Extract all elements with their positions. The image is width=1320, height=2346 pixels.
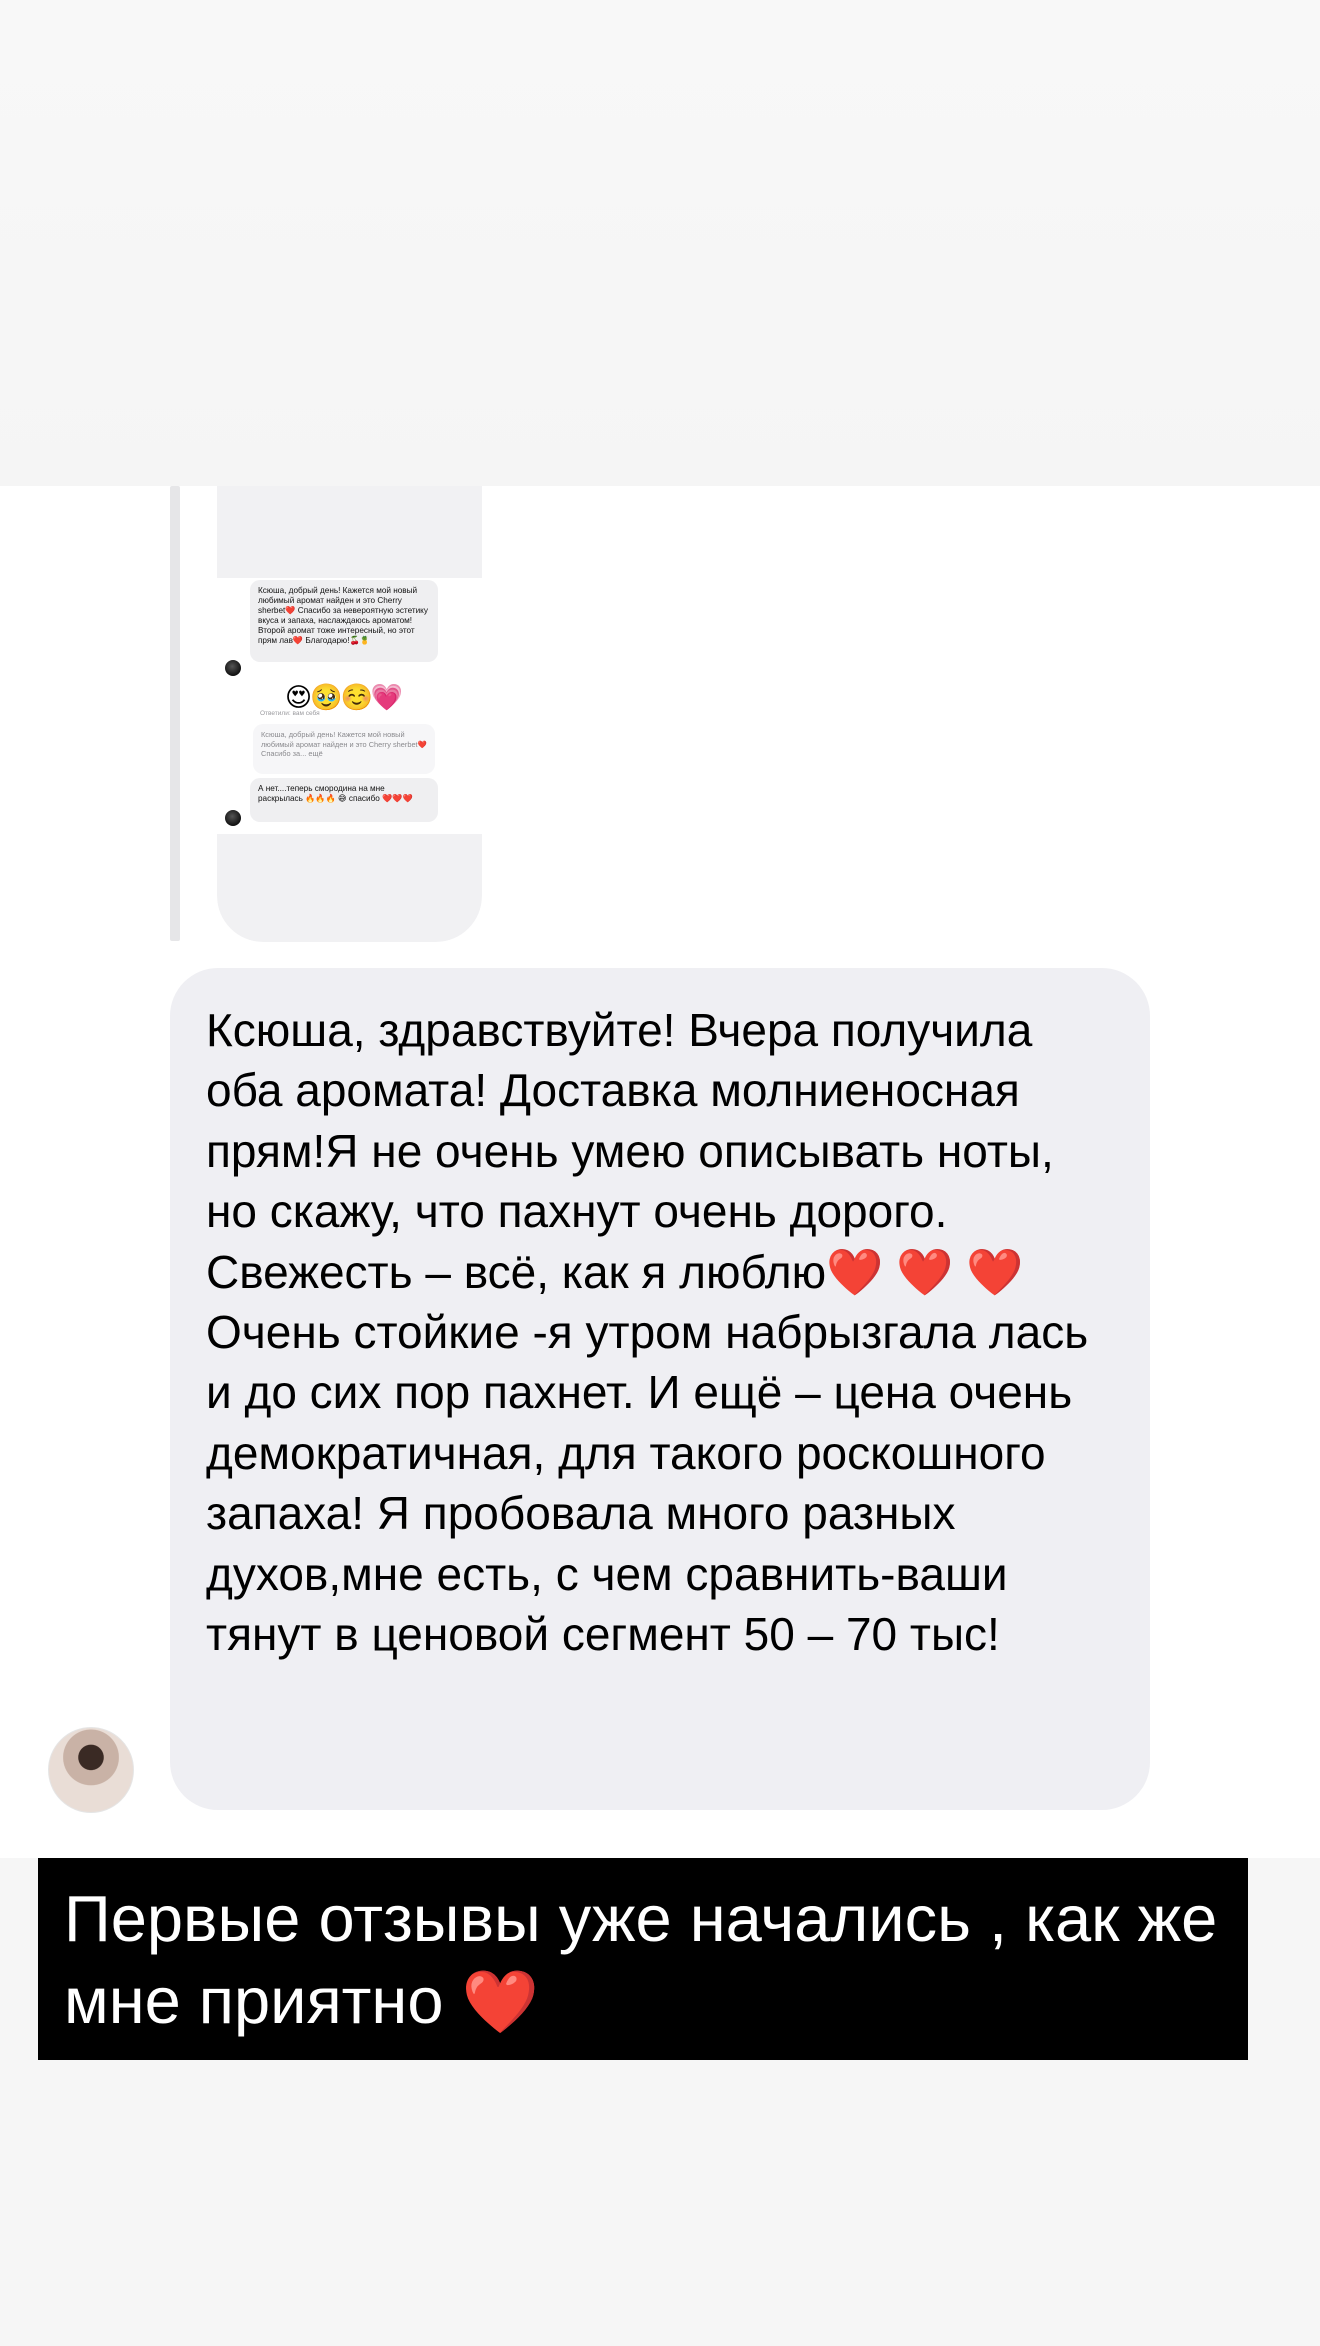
thumbnail-message-1: Ксюша, добрый день! Кажется мой новый лю… — [250, 580, 438, 662]
thumbnail-emoji-reaction: 😍🥹☺️💗 — [285, 682, 403, 712]
thumbnail-bottom-area — [217, 834, 482, 942]
thumbnail-avatar — [225, 660, 241, 676]
caption-heart-emoji: ❤️ — [461, 1968, 539, 2037]
sender-avatar[interactable] — [48, 1727, 134, 1813]
thumbnail-reply-label: Ответили: вам себя — [260, 710, 320, 717]
reply-indicator-line — [170, 486, 180, 941]
message-text-continued: Очень стойкие -я утром набрызгала лась и… — [206, 1306, 1089, 1661]
story-top-background — [0, 0, 1320, 486]
thumbnail-quoted-message: Ксюша, добрый день! Кажется мой новый лю… — [253, 724, 435, 774]
story-caption: Первые отзывы уже начались , как же мне … — [38, 1858, 1248, 2060]
thumbnail-message-2: А нет....теперь смородина на мне раскрыл… — [250, 778, 438, 822]
review-message-bubble: Ксюша, здравствуйте! Вчера получила оба … — [170, 968, 1150, 1810]
thumbnail-avatar — [225, 810, 241, 826]
thumbnail-top-area — [217, 486, 482, 578]
caption-text: Первые отзывы уже начались , как же мне … — [64, 1882, 1218, 2037]
heart-emoji: ❤️ ❤️ ❤️ — [826, 1245, 1024, 1298]
replied-story-thumbnail[interactable]: Ксюша, добрый день! Кажется мой новый лю… — [217, 486, 482, 942]
